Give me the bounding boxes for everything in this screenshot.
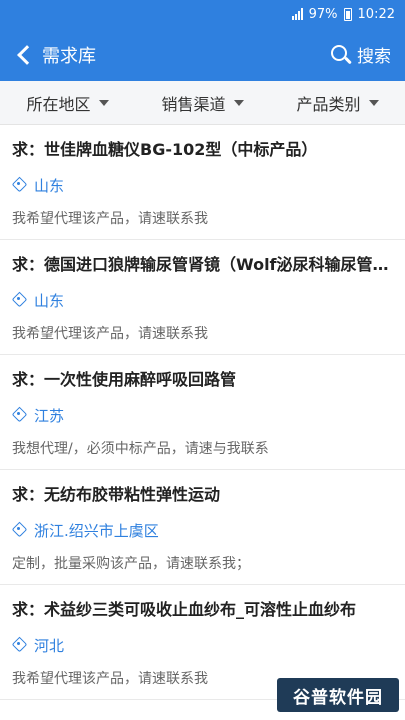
tag-icon <box>11 291 28 308</box>
item-location-text: 山东 <box>34 291 65 310</box>
item-location-text: 浙江.绍兴市上虞区 <box>34 521 159 540</box>
search-label: 搜索 <box>357 47 391 67</box>
wifi-signal-icon <box>291 8 303 20</box>
item-location: 江苏 <box>11 405 393 425</box>
item-location-text: 江苏 <box>34 406 65 425</box>
item-title: 求：一次性使用麻醉呼吸回路管 <box>12 370 237 389</box>
clock: 10:22 <box>357 6 395 22</box>
filter-sales-channel[interactable]: 销售渠道 <box>135 91 270 115</box>
filter-product-category[interactable]: 产品类别 <box>270 91 405 115</box>
back-button[interactable]: 需求库 <box>14 42 96 68</box>
list-item[interactable]: 求：一次性使用麻醉呼吸回路管 江苏 我想代理/，必须中标产品，请速与我联系 <box>0 355 405 470</box>
item-description: 我希望代理该产品，请速联系我 <box>12 211 208 227</box>
battery-icon <box>343 7 352 21</box>
demand-list: 求：世佳牌血糖仪BG-102型（中标产品） 山东 我希望代理该产品，请速联系我 … <box>0 125 405 700</box>
nav-bar: 需求库 搜索 <box>0 28 405 81</box>
search-icon <box>331 44 352 65</box>
tag-icon <box>11 636 28 653</box>
item-title: 求：无纺布胶带粘性弹性运动 <box>12 485 221 504</box>
watermark-logo: 谷普软件园 <box>277 678 399 712</box>
filter-bar: 所在地区 销售渠道 产品类别 <box>0 81 405 125</box>
filter-region[interactable]: 所在地区 <box>0 91 135 115</box>
item-location-text: 河北 <box>34 636 65 655</box>
tag-icon <box>11 176 28 193</box>
dropdown-arrow-icon <box>233 99 244 106</box>
item-location: 山东 <box>11 290 393 310</box>
tag-icon <box>11 521 28 538</box>
item-location: 山东 <box>11 175 393 195</box>
item-description: 我希望代理该产品，请速联系我 <box>12 326 208 342</box>
page-title: 需求库 <box>42 45 96 67</box>
filter-sales-channel-label: 销售渠道 <box>161 94 226 114</box>
filter-region-label: 所在地区 <box>26 94 91 114</box>
search-button[interactable]: 搜索 <box>331 42 391 67</box>
list-item[interactable]: 求：德国进口狼牌输尿管肾镜（Wolf泌尿科输尿管肾镜） 山东 我希望代理该产品，… <box>0 240 405 355</box>
list-item[interactable]: 求：世佳牌血糖仪BG-102型（中标产品） 山东 我希望代理该产品，请速联系我 <box>0 125 405 240</box>
dropdown-arrow-icon <box>98 99 109 106</box>
tag-icon <box>11 406 28 423</box>
item-description: 定制，批量采购该产品，请速联系我； <box>12 556 250 572</box>
list-item[interactable]: 求：无纺布胶带粘性弹性运动 浙江.绍兴市上虞区 定制，批量采购该产品，请速联系我… <box>0 470 405 585</box>
item-location-text: 山东 <box>34 176 65 195</box>
filter-product-category-label: 产品类别 <box>296 94 361 114</box>
item-description: 我想代理/，必须中标产品，请速与我联系 <box>12 441 269 457</box>
item-location: 浙江.绍兴市上虞区 <box>11 520 393 540</box>
battery-percent: 97% <box>308 6 338 22</box>
item-title: 求：世佳牌血糖仪BG-102型（中标产品） <box>12 140 318 159</box>
item-location: 河北 <box>11 635 393 655</box>
chevron-left-icon <box>17 44 37 65</box>
item-title: 求：术益纱三类可吸收止血纱布_可溶性止血纱布 <box>12 600 357 619</box>
item-title: 求：德国进口狼牌输尿管肾镜（Wolf泌尿科输尿管肾镜） <box>12 255 393 274</box>
status-bar: 97% 10:22 <box>0 0 405 28</box>
dropdown-arrow-icon <box>368 99 379 106</box>
